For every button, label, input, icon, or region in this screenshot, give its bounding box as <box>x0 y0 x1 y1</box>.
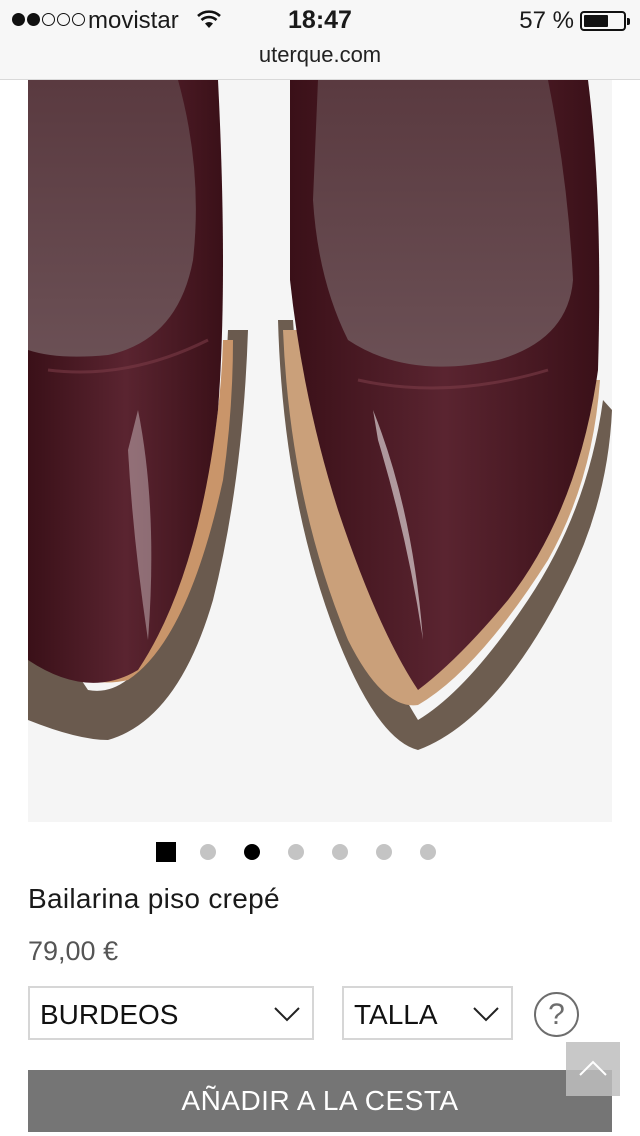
carousel-dot[interactable] <box>288 844 304 860</box>
scroll-to-top-button[interactable] <box>566 1042 620 1096</box>
carousel-dot[interactable] <box>200 844 216 860</box>
carousel-indicator <box>156 842 464 862</box>
size-select[interactable]: TALLA <box>342 986 513 1040</box>
battery-percentage: 57 % <box>519 7 574 34</box>
browser-top-bar: movistar 18:47 57 % uterque.com <box>0 0 640 80</box>
chevron-down-icon <box>473 1006 499 1027</box>
battery-icon <box>580 11 630 31</box>
carousel-dot[interactable] <box>420 844 436 860</box>
help-icon[interactable]: ? <box>534 992 579 1037</box>
status-bar: movistar 18:47 57 % <box>0 0 640 40</box>
product-price: 79,00 € <box>28 936 119 966</box>
product-image[interactable] <box>28 80 612 822</box>
carousel-dot[interactable] <box>376 844 392 860</box>
add-to-cart-button[interactable]: AÑADIR A LA CESTA <box>28 1070 612 1132</box>
color-select[interactable]: BURDEOS <box>28 986 314 1040</box>
carousel-dot[interactable] <box>332 844 348 860</box>
product-title: Bailarina piso crepé <box>28 883 280 914</box>
chevron-down-icon <box>274 1006 300 1027</box>
chevron-up-icon <box>579 1060 607 1076</box>
size-select-value: TALLA <box>354 999 438 1030</box>
color-select-value: BURDEOS <box>40 999 179 1030</box>
url-bar[interactable]: uterque.com <box>0 42 640 68</box>
carousel-thumbnail-toggle[interactable] <box>156 842 176 862</box>
carousel-dot-active[interactable] <box>244 844 260 860</box>
